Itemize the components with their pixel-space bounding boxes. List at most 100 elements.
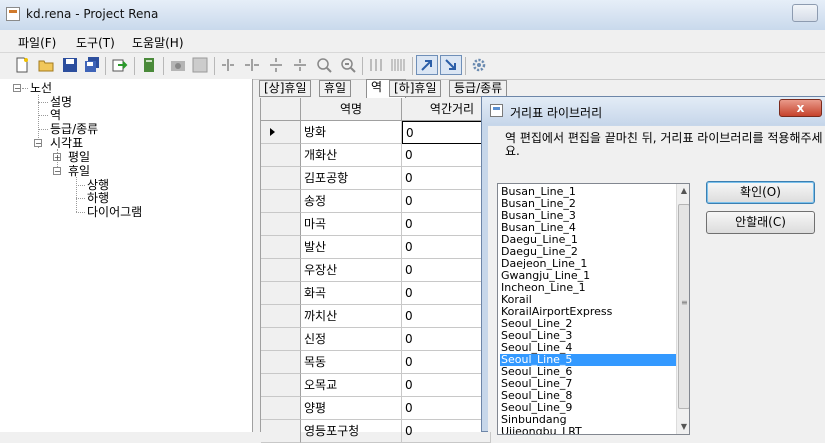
table-row[interactable]: 송정 0 <box>261 190 491 213</box>
tree-node-holiday[interactable]: 휴일 <box>68 164 90 178</box>
tree-node-class-type[interactable]: 등급/종류 <box>50 122 98 136</box>
scroll-down-icon[interactable]: ▼ <box>679 422 689 431</box>
cell-station-name[interactable]: 오목교 <box>301 374 402 397</box>
table-row[interactable]: 마곡 0 <box>261 213 491 236</box>
table-row[interactable]: 김포공항 0 <box>261 167 491 190</box>
window-close-button[interactable] <box>792 4 818 22</box>
camera-icon[interactable] <box>170 57 186 73</box>
bars-icon[interactable] <box>368 57 384 73</box>
table-row[interactable]: 오목교 0 <box>261 374 491 397</box>
row-header[interactable] <box>261 144 301 167</box>
new-file-icon[interactable] <box>14 57 30 73</box>
split-h-icon[interactable] <box>220 57 236 73</box>
cell-station-name[interactable]: 양평 <box>301 397 402 420</box>
cell-distance[interactable]: 0 <box>402 236 491 259</box>
tree-node-station[interactable]: 역 <box>50 108 61 122</box>
tree-node-route[interactable]: 노선 <box>30 81 52 95</box>
cell-station-name[interactable]: 까치산 <box>301 305 402 328</box>
cell-station-name[interactable]: 목동 <box>301 351 402 374</box>
row-header[interactable] <box>261 328 301 351</box>
cell-distance[interactable]: 0 <box>402 213 491 236</box>
export-icon[interactable] <box>112 57 128 73</box>
row-header[interactable] <box>261 351 301 374</box>
settings-gear-icon[interactable] <box>471 57 487 73</box>
dialog-close-button[interactable]: x <box>779 99 822 117</box>
listbox-scrollbar[interactable]: ▲ ≡ ▼ <box>676 184 689 434</box>
join-v-icon[interactable] <box>292 57 308 73</box>
cell-station-name[interactable]: 김포공항 <box>301 167 402 190</box>
tree-node-weekday[interactable]: 평일 <box>68 150 90 164</box>
row-header[interactable] <box>261 397 301 420</box>
table-row[interactable]: 신정 0 <box>261 328 491 351</box>
table-row[interactable]: 양평 0 <box>261 397 491 420</box>
cell-station-name[interactable]: 마곡 <box>301 213 402 236</box>
cell-station-name[interactable]: 우장산 <box>301 259 402 282</box>
table-row[interactable]: 까치산 0 <box>261 305 491 328</box>
zoom-out-icon[interactable] <box>340 57 356 73</box>
row-header[interactable] <box>261 167 301 190</box>
cell-station-name[interactable]: 송정 <box>301 190 402 213</box>
cell-distance[interactable]: 0 <box>402 397 491 420</box>
row-header[interactable] <box>261 305 301 328</box>
cell-distance[interactable]: 0 <box>402 374 491 397</box>
row-header[interactable] <box>261 374 301 397</box>
save-all-icon[interactable] <box>84 57 100 73</box>
tree-node-up[interactable]: 상행 <box>87 178 109 192</box>
cell-distance[interactable]: 0 <box>402 190 491 213</box>
cancel-button[interactable]: 안할래(C) <box>706 211 815 234</box>
collapse-icon[interactable]: − <box>13 84 21 93</box>
table-row[interactable]: 목동 0 <box>261 351 491 374</box>
book-icon[interactable] <box>141 57 157 73</box>
cell-distance[interactable]: 0 <box>402 259 491 282</box>
tree-node-down[interactable]: 하행 <box>87 191 109 205</box>
row-header[interactable] <box>261 282 301 305</box>
collapse-icon[interactable]: − <box>53 167 61 176</box>
cell-distance[interactable]: 0 <box>402 282 491 305</box>
ok-button[interactable]: 확인(O) <box>706 181 815 204</box>
tab-up-holiday[interactable]: [상]휴일 <box>259 80 312 97</box>
library-listbox[interactable]: Busan_Line_1 Busan_Line_2 Busan_Line_3 Busa… <box>497 183 690 435</box>
row-header[interactable] <box>261 121 301 144</box>
collapse-icon[interactable]: − <box>34 139 42 148</box>
tab-holiday[interactable]: 휴일 <box>319 80 352 97</box>
tree-node-description[interactable]: 설명 <box>50 95 72 109</box>
arrow-up-right-button[interactable] <box>416 55 438 75</box>
save-icon[interactable] <box>62 57 78 73</box>
join-h-icon[interactable] <box>244 57 260 73</box>
grid-icon[interactable] <box>192 57 208 73</box>
library-list-item[interactable]: Uijeongbu_LRT <box>500 426 676 434</box>
row-header[interactable] <box>261 213 301 236</box>
arrow-down-right-button[interactable] <box>440 55 462 75</box>
table-row[interactable]: 우장산 0 <box>261 259 491 282</box>
expand-icon[interactable]: + <box>53 153 61 162</box>
row-header[interactable] <box>261 259 301 282</box>
split-v-icon[interactable] <box>268 57 284 73</box>
cell-station-name[interactable]: 개화산 <box>301 144 402 167</box>
cell-distance[interactable]: 0 <box>402 305 491 328</box>
cell-distance[interactable]: 0 <box>402 351 491 374</box>
bars-wide-icon[interactable] <box>390 57 406 73</box>
table-row[interactable]: 방화 0 <box>261 121 491 144</box>
menu-tools[interactable]: 도구(T) <box>76 34 115 51</box>
cell-distance[interactable]: 0 <box>402 328 491 351</box>
row-header[interactable] <box>261 236 301 259</box>
menu-help[interactable]: 도움말(H) <box>132 34 184 51</box>
table-row[interactable]: 발산 0 <box>261 236 491 259</box>
cell-distance[interactable]: 0 <box>402 144 491 167</box>
tab-down-holiday[interactable]: [하]휴일 <box>389 80 442 97</box>
cell-station-name[interactable]: 방화 <box>301 121 402 144</box>
scroll-up-icon[interactable]: ▲ <box>679 186 689 195</box>
tab-class-type[interactable]: 등급/종류 <box>449 80 508 97</box>
row-header[interactable] <box>261 190 301 213</box>
table-row[interactable]: 개화산 0 <box>261 144 491 167</box>
tree-node-timetable[interactable]: 시각표 <box>50 136 83 150</box>
tree-node-diagram[interactable]: 다이어그램 <box>87 205 142 219</box>
zoom-in-icon[interactable] <box>316 57 332 73</box>
cell-station-name[interactable]: 신정 <box>301 328 402 351</box>
table-row[interactable]: 화곡 0 <box>261 282 491 305</box>
cell-station-name[interactable]: 발산 <box>301 236 402 259</box>
cell-station-name[interactable]: 화곡 <box>301 282 402 305</box>
open-folder-icon[interactable] <box>38 57 54 73</box>
column-header-station-name[interactable]: 역명 <box>301 98 402 121</box>
cell-distance[interactable]: 0 <box>402 121 491 144</box>
